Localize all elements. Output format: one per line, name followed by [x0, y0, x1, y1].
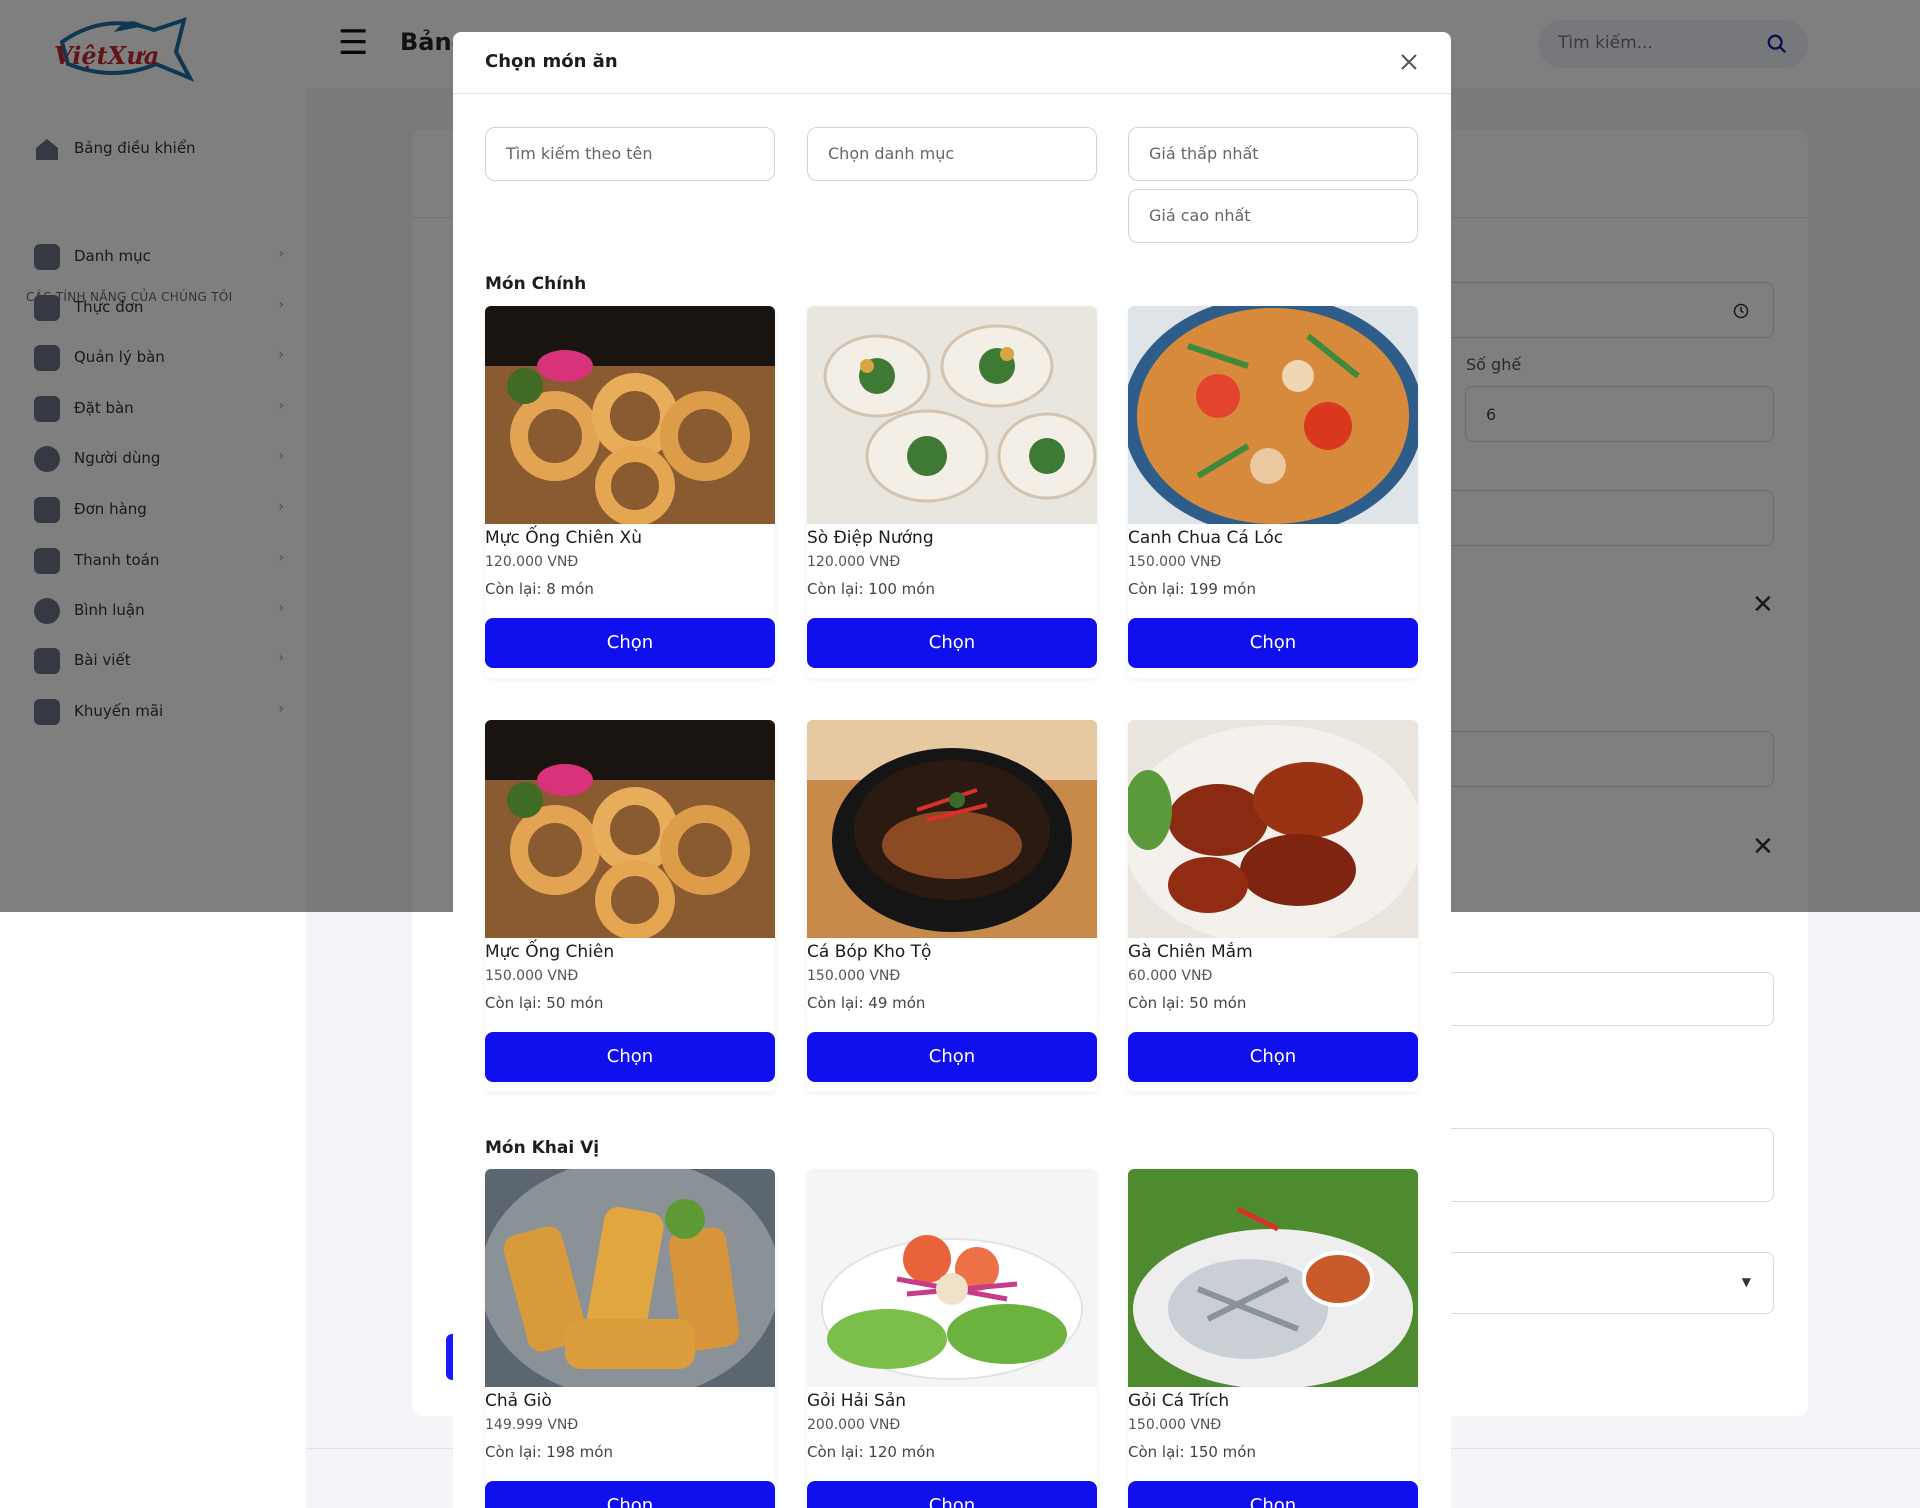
name-search-input[interactable]: Tìm kiếm theo tên: [485, 127, 775, 181]
dish-name: Gỏi Cá Trích: [1128, 1391, 1230, 1411]
dish-stock: Còn lại: 198 món: [485, 1443, 613, 1461]
section-title: Món Khai Vị: [485, 1138, 600, 1158]
dish-stock: Còn lại: 120 món: [807, 1443, 935, 1461]
dish-price: 150.000 VNĐ: [1128, 554, 1222, 570]
category-select[interactable]: Chọn danh mục: [807, 127, 1097, 181]
dish-price: 120.000 VNĐ: [807, 554, 901, 570]
dish-stock: Còn lại: 50 món: [485, 994, 604, 1012]
select-dish-button[interactable]: Chọn: [485, 618, 775, 668]
dish-picker-modal: Chọn món ăn Tìm kiếm theo tên Chọn danh …: [453, 32, 1451, 1508]
select-dish-button[interactable]: Chọn: [1128, 1481, 1418, 1508]
dish-card: Sò Điệp Nướng 120.000 VNĐ Còn lại: 100 m…: [807, 306, 1097, 678]
select-dish-button[interactable]: Chọn: [807, 618, 1097, 668]
dish-image: [807, 306, 1097, 524]
dish-card: Gỏi Hải Sản 200.000 VNĐ Còn lại: 120 món…: [807, 1169, 1097, 1508]
dish-name: Gà Chiên Mắm: [1128, 942, 1253, 962]
modal-header: Chọn món ăn: [453, 32, 1451, 94]
dish-stock: Còn lại: 150 món: [1128, 1443, 1256, 1461]
dish-card: Gỏi Cá Trích 150.000 VNĐ Còn lại: 150 mó…: [1128, 1169, 1418, 1508]
dish-card: Cá Bóp Kho Tộ 150.000 VNĐ Còn lại: 49 mó…: [807, 720, 1097, 1092]
dish-name: Canh Chua Cá Lóc: [1128, 528, 1284, 548]
category-placeholder: Chọn danh mục: [828, 144, 955, 163]
dish-price: 200.000 VNĐ: [807, 1417, 901, 1433]
dish-card: Gà Chiên Mắm 60.000 VNĐ Còn lại: 50 món …: [1128, 720, 1418, 1092]
dish-price: 150.000 VNĐ: [485, 968, 579, 984]
select-dish-button[interactable]: Chọn: [1128, 618, 1418, 668]
dish-card: Mực Ống Chiên Xù 120.000 VNĐ Còn lại: 8 …: [485, 306, 775, 678]
dish-stock: Còn lại: 50 món: [1128, 994, 1247, 1012]
dish-card: Mực Ống Chiên 150.000 VNĐ Còn lại: 50 mó…: [485, 720, 775, 1092]
select-dish-button[interactable]: Chọn: [485, 1481, 775, 1508]
status-select[interactable]: ▼: [1420, 1252, 1774, 1314]
dish-card: Chả Giò 149.999 VNĐ Còn lại: 198 món Chọ…: [485, 1169, 775, 1508]
modal-title: Chọn món ăn: [485, 51, 618, 72]
dish-image: [1128, 720, 1418, 938]
notes-textarea[interactable]: [1420, 1128, 1774, 1202]
max-price-input[interactable]: Giá cao nhất: [1128, 189, 1418, 243]
dish-price: 60.000 VNĐ: [1128, 968, 1213, 984]
dish-name: Mực Ống Chiên Xù: [485, 528, 642, 548]
min-price-input[interactable]: Giá thấp nhất: [1128, 127, 1418, 181]
section-title: Món Chính: [485, 274, 587, 294]
form-field[interactable]: [1420, 972, 1774, 1026]
select-dish-button[interactable]: Chọn: [1128, 1032, 1418, 1082]
dish-stock: Còn lại: 100 món: [807, 580, 935, 598]
dish-image: [485, 306, 775, 524]
dish-stock: Còn lại: 8 món: [485, 580, 594, 598]
dish-price: 150.000 VNĐ: [807, 968, 901, 984]
dish-image: [807, 1169, 1097, 1387]
dish-image: [485, 720, 775, 938]
dish-price: 149.999 VNĐ: [485, 1417, 579, 1433]
dish-name: Cá Bóp Kho Tộ: [807, 942, 932, 962]
min-price-placeholder: Giá thấp nhất: [1149, 144, 1259, 163]
dish-stock: Còn lại: 199 món: [1128, 580, 1256, 598]
select-dish-button[interactable]: Chọn: [485, 1032, 775, 1082]
dish-image: [1128, 1169, 1418, 1387]
dish-image: [1128, 306, 1418, 524]
dish-image: [807, 720, 1097, 938]
select-dish-button[interactable]: Chọn: [807, 1481, 1097, 1508]
dish-name: Sò Điệp Nướng: [807, 528, 934, 548]
dish-price: 150.000 VNĐ: [1128, 1417, 1222, 1433]
dish-card: Canh Chua Cá Lóc 150.000 VNĐ Còn lại: 19…: [1128, 306, 1418, 678]
dish-name: Chả Giò: [485, 1391, 552, 1411]
dish-name: Mực Ống Chiên: [485, 942, 615, 962]
caret-down-icon: ▼: [1741, 1275, 1751, 1289]
close-icon[interactable]: [1397, 50, 1421, 74]
dish-image: [485, 1169, 775, 1387]
dish-name: Gỏi Hải Sản: [807, 1391, 907, 1411]
select-dish-button[interactable]: Chọn: [807, 1032, 1097, 1082]
dish-stock: Còn lại: 49 món: [807, 994, 926, 1012]
max-price-placeholder: Giá cao nhất: [1149, 206, 1251, 225]
name-search-placeholder: Tìm kiếm theo tên: [506, 144, 653, 163]
dish-price: 120.000 VNĐ: [485, 554, 579, 570]
